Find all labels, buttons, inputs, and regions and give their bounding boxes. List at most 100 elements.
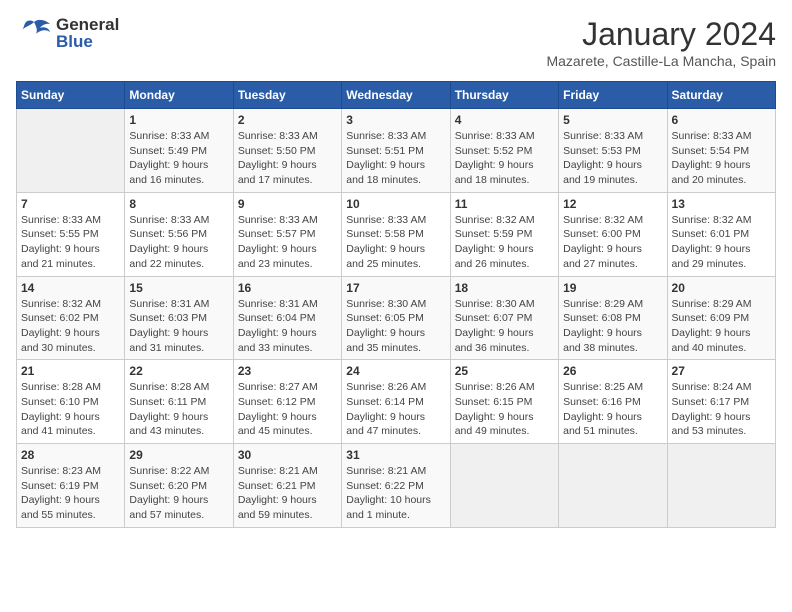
calendar-cell: 24Sunrise: 8:26 AM Sunset: 6:14 PM Dayli… (342, 360, 450, 444)
calendar-cell: 10Sunrise: 8:33 AM Sunset: 5:58 PM Dayli… (342, 192, 450, 276)
day-info: Sunrise: 8:32 AM Sunset: 6:00 PM Dayligh… (563, 213, 662, 272)
day-info: Sunrise: 8:28 AM Sunset: 6:10 PM Dayligh… (21, 380, 120, 439)
title-block: January 2024 Mazarete, Castille-La Manch… (546, 16, 776, 69)
day-number: 7 (21, 197, 120, 211)
calendar-cell: 23Sunrise: 8:27 AM Sunset: 6:12 PM Dayli… (233, 360, 341, 444)
calendar-subtitle: Mazarete, Castille-La Mancha, Spain (546, 53, 776, 69)
day-number: 11 (455, 197, 554, 211)
day-number: 29 (129, 448, 228, 462)
day-number: 23 (238, 364, 337, 378)
day-info: Sunrise: 8:30 AM Sunset: 6:05 PM Dayligh… (346, 297, 445, 356)
day-number: 1 (129, 113, 228, 127)
calendar-cell: 8Sunrise: 8:33 AM Sunset: 5:56 PM Daylig… (125, 192, 233, 276)
day-info: Sunrise: 8:21 AM Sunset: 6:21 PM Dayligh… (238, 464, 337, 523)
day-number: 3 (346, 113, 445, 127)
day-info: Sunrise: 8:33 AM Sunset: 5:57 PM Dayligh… (238, 213, 337, 272)
day-number: 26 (563, 364, 662, 378)
day-info: Sunrise: 8:30 AM Sunset: 6:07 PM Dayligh… (455, 297, 554, 356)
day-info: Sunrise: 8:32 AM Sunset: 5:59 PM Dayligh… (455, 213, 554, 272)
day-number: 27 (672, 364, 771, 378)
calendar-cell: 12 Sunrise: 8:32 AM Sunset: 6:00 PM Dayli… (559, 192, 667, 276)
day-number: 9 (238, 197, 337, 211)
calendar-cell: 31 Sunrise: 8:21 AM Sunset: 6:22 PM Dayli… (342, 444, 450, 528)
calendar-header: Sunday Monday Tuesday Wednesday Thursday… (17, 82, 776, 109)
day-number: 13 (672, 197, 771, 211)
calendar-cell (667, 444, 775, 528)
day-info: Sunrise: 8:29 AM Sunset: 6:08 PM Dayligh… (563, 297, 662, 356)
day-number: 14 (21, 281, 120, 295)
calendar-cell: 1 Sunrise: 8:33 AM Sunset: 5:49 PM Daylig… (125, 109, 233, 193)
day-number: 12 (563, 197, 662, 211)
calendar-cell: 18 Sunrise: 8:30 AM Sunset: 6:07 PM Dayli… (450, 276, 558, 360)
day-number: 2 (238, 113, 337, 127)
col-saturday: Saturday (667, 82, 775, 109)
day-number: 4 (455, 113, 554, 127)
day-info: Sunrise: 8:33 AM Sunset: 5:51 PM Dayligh… (346, 129, 445, 188)
day-info: Sunrise: 8:22 AM Sunset: 6:20 PM Dayligh… (129, 464, 228, 523)
logo: General Blue (16, 16, 119, 50)
calendar-cell: 25 Sunrise: 8:26 AM Sunset: 6:15 PM Dayli… (450, 360, 558, 444)
calendar-title: January 2024 (546, 16, 776, 53)
day-info: Sunrise: 8:26 AM Sunset: 6:15 PM Dayligh… (455, 380, 554, 439)
calendar-cell: 2 Sunrise: 8:33 AM Sunset: 5:50 PM Daylig… (233, 109, 341, 193)
calendar-cell: 9 Sunrise: 8:33 AM Sunset: 5:57 PM Daylig… (233, 192, 341, 276)
calendar-cell (450, 444, 558, 528)
day-info: Sunrise: 8:29 AM Sunset: 6:09 PM Dayligh… (672, 297, 771, 356)
day-info: Sunrise: 8:33 AM Sunset: 5:50 PM Dayligh… (238, 129, 337, 188)
calendar-cell (17, 109, 125, 193)
calendar-cell: 30 Sunrise: 8:21 AM Sunset: 6:21 PM Dayli… (233, 444, 341, 528)
logo-icon (16, 18, 52, 48)
day-number: 5 (563, 113, 662, 127)
day-info: Sunrise: 8:23 AM Sunset: 6:19 PM Dayligh… (21, 464, 120, 523)
col-sunday: Sunday (17, 82, 125, 109)
day-info: Sunrise: 8:21 AM Sunset: 6:22 PM Dayligh… (346, 464, 445, 523)
day-number: 25 (455, 364, 554, 378)
day-info: Sunrise: 8:33 AM Sunset: 5:49 PM Dayligh… (129, 129, 228, 188)
calendar-cell: 14 Sunrise: 8:32 AM Sunset: 6:02 PM Dayli… (17, 276, 125, 360)
day-number: 28 (21, 448, 120, 462)
day-info: Sunrise: 8:33 AM Sunset: 5:56 PM Dayligh… (129, 213, 228, 272)
day-info: Sunrise: 8:33 AM Sunset: 5:53 PM Dayligh… (563, 129, 662, 188)
day-info: Sunrise: 8:24 AM Sunset: 6:17 PM Dayligh… (672, 380, 771, 439)
day-info: Sunrise: 8:33 AM Sunset: 5:54 PM Dayligh… (672, 129, 771, 188)
page-header: General Blue January 2024 Mazarete, Cast… (16, 16, 776, 69)
logo-text: General Blue (56, 16, 119, 50)
calendar-cell: 21Sunrise: 8:28 AM Sunset: 6:10 PM Dayli… (17, 360, 125, 444)
calendar-cell: 7Sunrise: 8:33 AM Sunset: 5:55 PM Daylig… (17, 192, 125, 276)
day-number: 18 (455, 281, 554, 295)
day-number: 22 (129, 364, 228, 378)
col-friday: Friday (559, 82, 667, 109)
calendar-cell: 26 Sunrise: 8:25 AM Sunset: 6:16 PM Dayli… (559, 360, 667, 444)
logo-blue: Blue (56, 33, 119, 50)
calendar-cell: 16Sunrise: 8:31 AM Sunset: 6:04 PM Dayli… (233, 276, 341, 360)
calendar-cell (559, 444, 667, 528)
calendar-cell: 5 Sunrise: 8:33 AM Sunset: 5:53 PM Daylig… (559, 109, 667, 193)
day-number: 31 (346, 448, 445, 462)
day-info: Sunrise: 8:33 AM Sunset: 5:58 PM Dayligh… (346, 213, 445, 272)
calendar-cell: 20 Sunrise: 8:29 AM Sunset: 6:09 PM Dayli… (667, 276, 775, 360)
day-number: 17 (346, 281, 445, 295)
day-info: Sunrise: 8:32 AM Sunset: 6:02 PM Dayligh… (21, 297, 120, 356)
calendar-week-3: 14 Sunrise: 8:32 AM Sunset: 6:02 PM Dayli… (17, 276, 776, 360)
calendar-week-1: 1 Sunrise: 8:33 AM Sunset: 5:49 PM Daylig… (17, 109, 776, 193)
calendar-cell: 19 Sunrise: 8:29 AM Sunset: 6:08 PM Dayli… (559, 276, 667, 360)
day-info: Sunrise: 8:28 AM Sunset: 6:11 PM Dayligh… (129, 380, 228, 439)
day-info: Sunrise: 8:25 AM Sunset: 6:16 PM Dayligh… (563, 380, 662, 439)
calendar-cell: 13Sunrise: 8:32 AM Sunset: 6:01 PM Dayli… (667, 192, 775, 276)
day-number: 20 (672, 281, 771, 295)
calendar-cell: 3 Sunrise: 8:33 AM Sunset: 5:51 PM Daylig… (342, 109, 450, 193)
logo-general: General (56, 16, 119, 33)
day-number: 6 (672, 113, 771, 127)
day-number: 15 (129, 281, 228, 295)
day-number: 19 (563, 281, 662, 295)
day-number: 30 (238, 448, 337, 462)
day-info: Sunrise: 8:26 AM Sunset: 6:14 PM Dayligh… (346, 380, 445, 439)
calendar-cell: 28 Sunrise: 8:23 AM Sunset: 6:19 PM Dayli… (17, 444, 125, 528)
calendar-cell: 17 Sunrise: 8:30 AM Sunset: 6:05 PM Dayli… (342, 276, 450, 360)
day-number: 16 (238, 281, 337, 295)
calendar-week-5: 28 Sunrise: 8:23 AM Sunset: 6:19 PM Dayli… (17, 444, 776, 528)
col-monday: Monday (125, 82, 233, 109)
day-info: Sunrise: 8:31 AM Sunset: 6:03 PM Dayligh… (129, 297, 228, 356)
col-tuesday: Tuesday (233, 82, 341, 109)
calendar-table: Sunday Monday Tuesday Wednesday Thursday… (16, 81, 776, 528)
